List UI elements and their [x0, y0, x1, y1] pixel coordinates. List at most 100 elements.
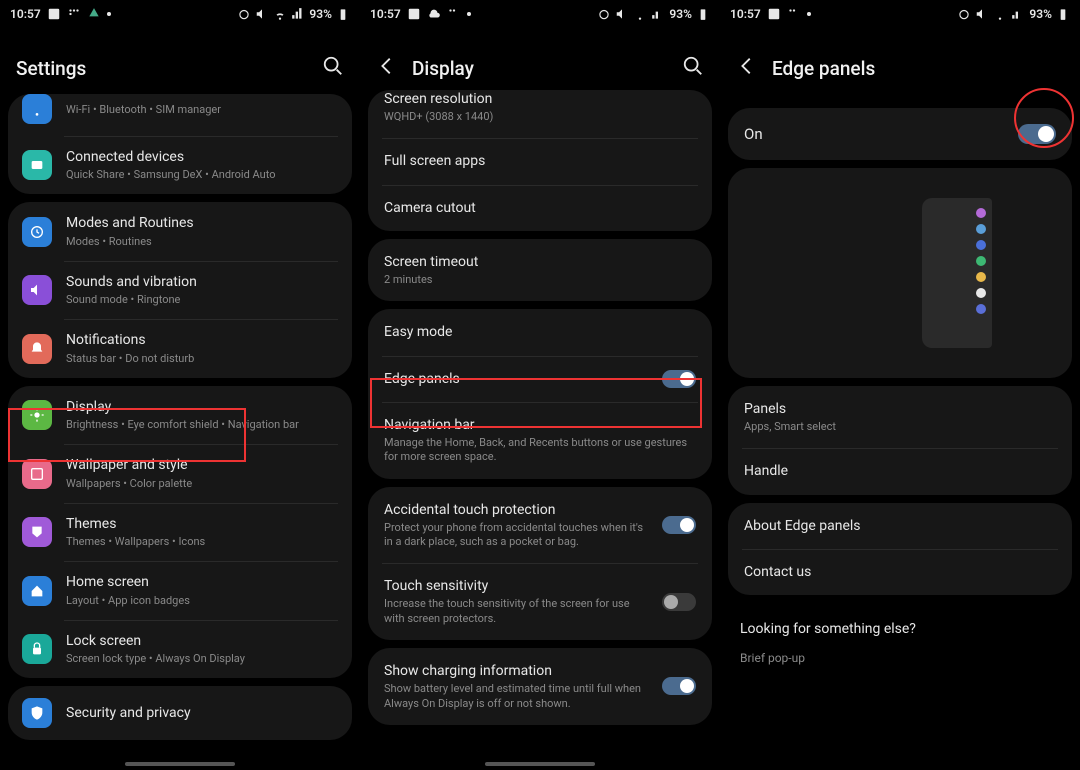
settings-row-sounds[interactable]: Sounds and vibrationSound mode • Rington…	[8, 261, 352, 319]
mute-icon	[615, 7, 629, 21]
settings-row-themes[interactable]: ThemesThemes • Wallpapers • Icons	[8, 503, 352, 561]
row-title: Connected devices	[66, 148, 338, 166]
status-bar: 10:57 93%	[720, 0, 1080, 28]
wifi-icon	[633, 7, 647, 21]
row-sub: Quick Share • Samsung DeX • Android Auto	[66, 168, 338, 182]
preview-dot	[976, 224, 986, 234]
display-card-timeout: Screen timeout2 minutes	[368, 239, 712, 301]
back-button[interactable]	[736, 55, 758, 81]
drive-icon	[87, 7, 101, 21]
alarm-icon	[597, 7, 611, 21]
gallery-icon	[47, 7, 61, 21]
battery-percent: 93%	[309, 7, 332, 21]
signal-icon	[651, 7, 665, 21]
settings-row-wallpaper[interactable]: Wallpaper and styleWallpapers • Color pa…	[8, 444, 352, 502]
toggle-edge-panels[interactable]	[662, 370, 696, 388]
row-edge-panels[interactable]: Edge panels	[368, 356, 712, 402]
settings-row-homescreen[interactable]: Home screenLayout • App icon badges	[8, 561, 352, 619]
row-easy-mode[interactable]: Easy mode	[368, 309, 712, 355]
edge-card-panels: PanelsApps, Smart select Handle	[728, 386, 1072, 495]
more-icon	[107, 12, 111, 16]
devices-icon	[22, 150, 52, 180]
mute-icon	[975, 7, 989, 21]
settings-row-notifications[interactable]: NotificationsStatus bar • Do not disturb	[8, 319, 352, 377]
toggle-master[interactable]	[1018, 124, 1056, 144]
panel-mockup	[922, 198, 992, 348]
preview-dot	[976, 240, 986, 250]
settings-row-modes[interactable]: Modes and RoutinesModes • Routines	[8, 202, 352, 260]
row-touch-sensitivity[interactable]: Touch sensitivityIncrease the touch sens…	[368, 563, 712, 640]
battery-icon	[1056, 7, 1070, 21]
brief-popup-link[interactable]: Brief pop-up	[740, 651, 1060, 665]
settings-row-connections[interactable]: Wi-Fi • Bluetooth • SIM manager	[8, 94, 352, 136]
screen-display: 10:57 93% Display Screen resolutionWQHD+…	[360, 0, 720, 770]
toggle-charging-info[interactable]	[662, 677, 696, 695]
preview-dot	[976, 272, 986, 282]
battery-percent: 93%	[669, 7, 692, 21]
row-navigation-bar[interactable]: Navigation barManage the Home, Back, and…	[368, 402, 712, 479]
wifi-icon	[22, 94, 52, 124]
preview-dot	[976, 256, 986, 266]
toggle-touch-sensitivity[interactable]	[662, 593, 696, 611]
cloud-icon	[427, 7, 441, 21]
row-panels[interactable]: PanelsApps, Smart select	[728, 386, 1072, 448]
signal-icon	[1011, 7, 1025, 21]
row-sub: Wi-Fi • Bluetooth • SIM manager	[66, 103, 338, 117]
preview-dot	[976, 208, 986, 218]
battery-icon	[336, 7, 350, 21]
settings-row-lockscreen[interactable]: Lock screenScreen lock type • Always On …	[8, 620, 352, 678]
search-button[interactable]	[322, 55, 344, 81]
more-icon	[467, 12, 471, 16]
settings-row-connected-devices[interactable]: Connected devices Quick Share • Samsung …	[8, 136, 352, 194]
alarm-icon	[237, 7, 251, 21]
edge-card-about: About Edge panels Contact us	[728, 503, 1072, 595]
status-bar: 10:57 93%	[0, 0, 360, 28]
settings-card-modes: Modes and RoutinesModes • Routines Sound…	[8, 202, 352, 377]
screen-settings: 10:57 93% Settings Wi-Fi • Bluetooth • S…	[0, 0, 360, 770]
gallery-icon	[407, 7, 421, 21]
row-camera-cutout[interactable]: Camera cutout	[368, 185, 712, 231]
display-card-res: Screen resolutionWQHD+ (3088 x 1440) Ful…	[368, 90, 712, 231]
page-title: Display	[412, 57, 474, 80]
row-screen-resolution[interactable]: Screen resolutionWQHD+ (3088 x 1440)	[368, 90, 712, 138]
toggle-accidental-touch[interactable]	[662, 516, 696, 534]
more-icon	[807, 12, 811, 16]
alarm-icon	[957, 7, 971, 21]
row-about[interactable]: About Edge panels	[728, 503, 1072, 549]
signal-icon	[291, 7, 305, 21]
preview-dot	[976, 304, 986, 314]
nav-indicator[interactable]	[485, 762, 595, 766]
page-title: Settings	[16, 57, 86, 80]
shield-icon	[22, 698, 52, 728]
settings-card-connections: Wi-Fi • Bluetooth • SIM manager Connecte…	[8, 94, 352, 194]
routines-icon	[22, 217, 52, 247]
wallpaper-icon	[22, 459, 52, 489]
row-accidental-touch[interactable]: Accidental touch protectionProtect your …	[368, 487, 712, 564]
edge-preview	[728, 168, 1072, 378]
clock: 10:57	[370, 7, 401, 21]
apps-icon	[787, 7, 801, 21]
row-fullscreen-apps[interactable]: Full screen apps	[368, 138, 712, 184]
apps-icon	[447, 7, 461, 21]
search-button[interactable]	[682, 55, 704, 81]
clock: 10:57	[730, 7, 761, 21]
row-contact[interactable]: Contact us	[728, 549, 1072, 595]
bell-icon	[22, 334, 52, 364]
page-title: Edge panels	[772, 57, 875, 80]
wifi-icon	[993, 7, 1007, 21]
themes-icon	[22, 517, 52, 547]
row-screen-timeout[interactable]: Screen timeout2 minutes	[368, 239, 712, 301]
back-button[interactable]	[376, 55, 398, 81]
looking-label: Looking for something else?	[740, 621, 1060, 637]
gallery-icon	[767, 7, 781, 21]
row-charging-info[interactable]: Show charging informationShow battery le…	[368, 648, 712, 725]
settings-card-security: Security and privacy	[8, 686, 352, 740]
battery-icon	[696, 7, 710, 21]
settings-row-security[interactable]: Security and privacy	[8, 686, 352, 740]
master-toggle-row[interactable]: On	[728, 108, 1072, 160]
nav-indicator[interactable]	[125, 762, 235, 766]
looking-section: Looking for something else? Brief pop-up	[720, 603, 1080, 671]
lock-icon	[22, 634, 52, 664]
settings-row-display[interactable]: DisplayBrightness • Eye comfort shield •…	[8, 386, 352, 444]
row-handle[interactable]: Handle	[728, 448, 1072, 494]
